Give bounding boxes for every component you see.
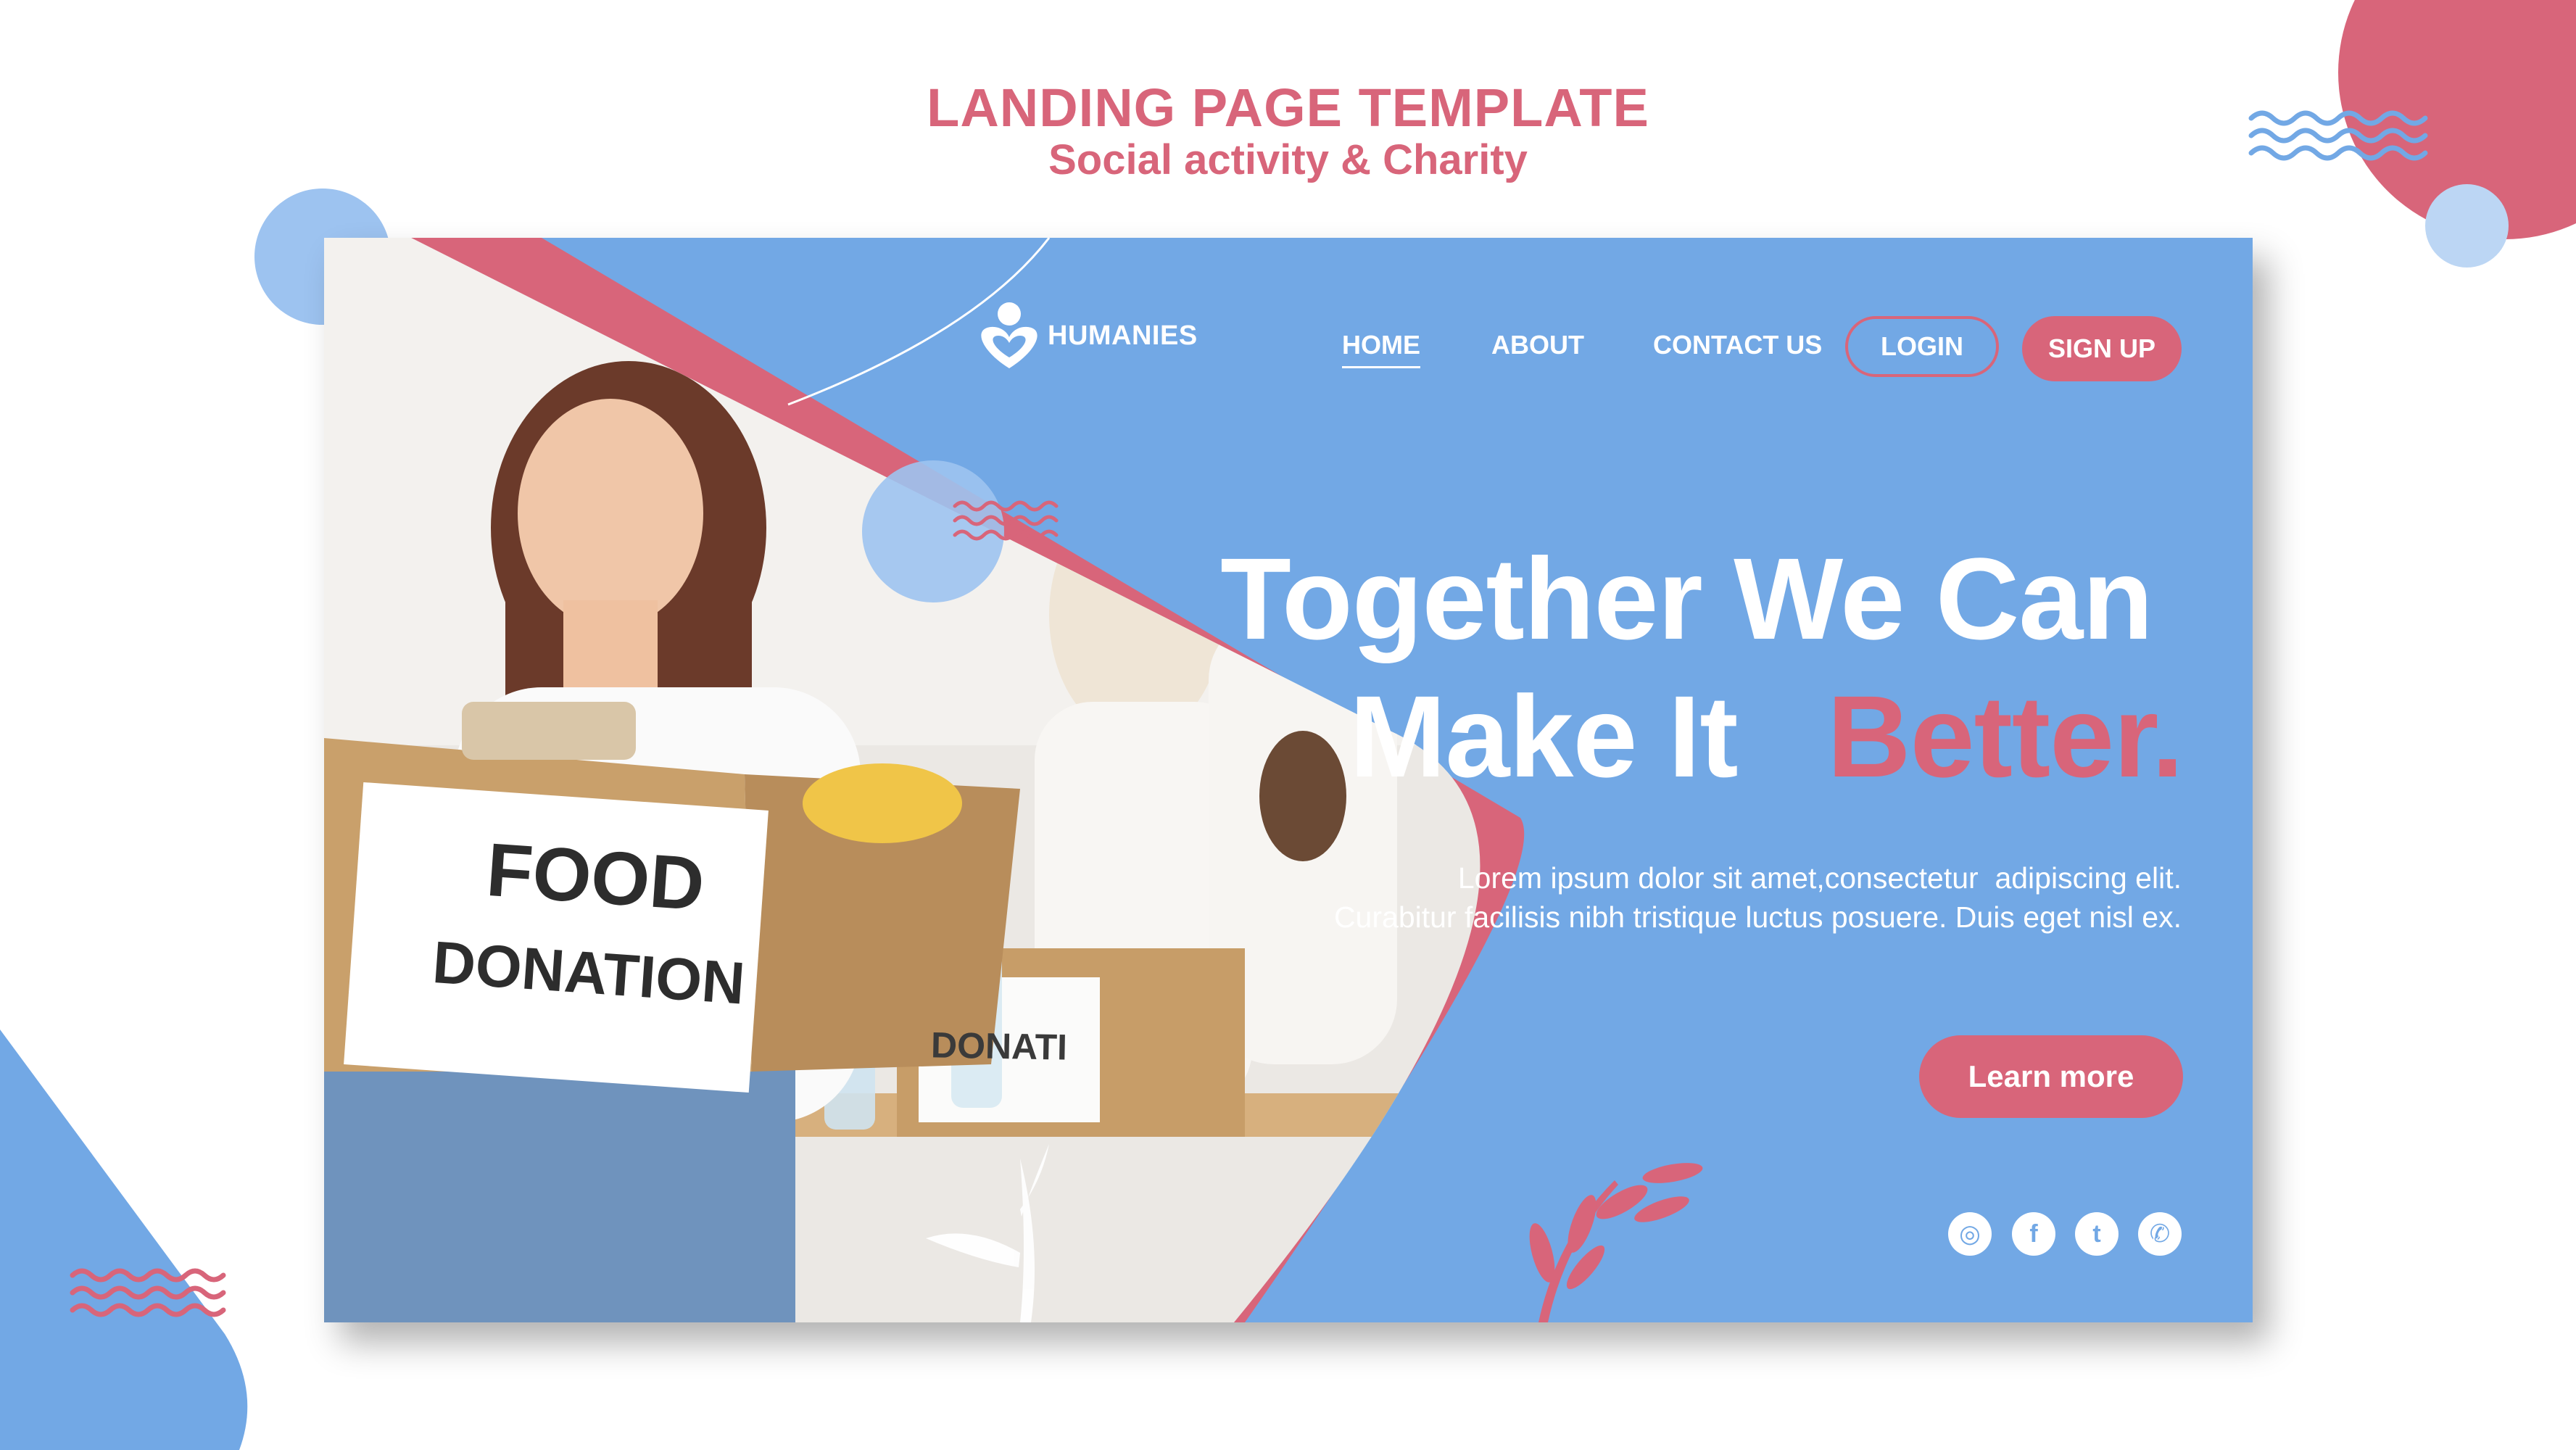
hero-headline-part: Make It (1349, 671, 1738, 801)
hero-headline-line1: Together We Can (1220, 534, 2153, 663)
learn-more-label: Learn more (1968, 1059, 2134, 1093)
page-subtitle: Social activity & Charity (1048, 136, 1528, 183)
decor-waves-bottom-left (70, 1268, 226, 1317)
instagram-icon[interactable]: ◎ (1948, 1212, 1992, 1256)
nav-contact-us-label: CONTACT US (1653, 330, 1823, 360)
signup-button[interactable]: SIGN UP (2022, 316, 2182, 381)
back-box-sign-text: DONATI (930, 1024, 1068, 1068)
facebook-glyph: f (2029, 1220, 2038, 1248)
decor-triangle-bottom-left (0, 1030, 248, 1450)
nav-contact-us[interactable]: CONTACT US (1653, 332, 1822, 358)
nav-active-indicator (1342, 366, 1420, 368)
nav-home-label: HOME (1342, 330, 1420, 360)
learn-more-button[interactable]: Learn more (1919, 1035, 2183, 1118)
brand-name: HUMANIES (1048, 320, 1198, 351)
nav-home[interactable]: HOME (1342, 330, 1420, 368)
twitter-glyph: t (2092, 1220, 2101, 1248)
box-sign-text: FOOD DONATION (406, 827, 779, 1017)
login-label: LOGIN (1881, 331, 1963, 361)
nav-about-label: ABOUT (1491, 330, 1584, 360)
decor-circle-small-top-right (2425, 184, 2509, 268)
signup-label: SIGN UP (2047, 334, 2156, 363)
whatsapp-glyph: ✆ (2149, 1220, 2171, 1248)
hero-description-line1: Lorem ipsum dolor sit amet,consectetur a… (1457, 861, 2182, 895)
nav-about[interactable]: ABOUT (1491, 332, 1584, 358)
facebook-icon[interactable]: f (2012, 1212, 2055, 1256)
brand-logo[interactable]: HUMANIES (977, 299, 1198, 372)
login-button[interactable]: LOGIN (1845, 316, 1999, 377)
landing-card: FOOD DONATION DONATI HUMANIES HOME ABOUT… (324, 238, 2253, 1322)
twitter-icon[interactable]: t (2075, 1212, 2119, 1256)
hero-headline-highlight: Better. (1827, 671, 2184, 801)
whatsapp-icon[interactable]: ✆ (2138, 1212, 2182, 1256)
hero-description: Lorem ipsum dolor sit amet,consectetur a… (1167, 858, 2182, 937)
instagram-glyph: ◎ (1959, 1220, 1981, 1248)
page-title: LANDING PAGE TEMPLATE (927, 78, 1649, 138)
heart-person-icon (981, 302, 1038, 368)
hero-headline-line2: Make It Better. (1349, 679, 2184, 795)
hero-description-line2: Curabitur facilisis nibh tristique luctu… (1333, 900, 2182, 934)
